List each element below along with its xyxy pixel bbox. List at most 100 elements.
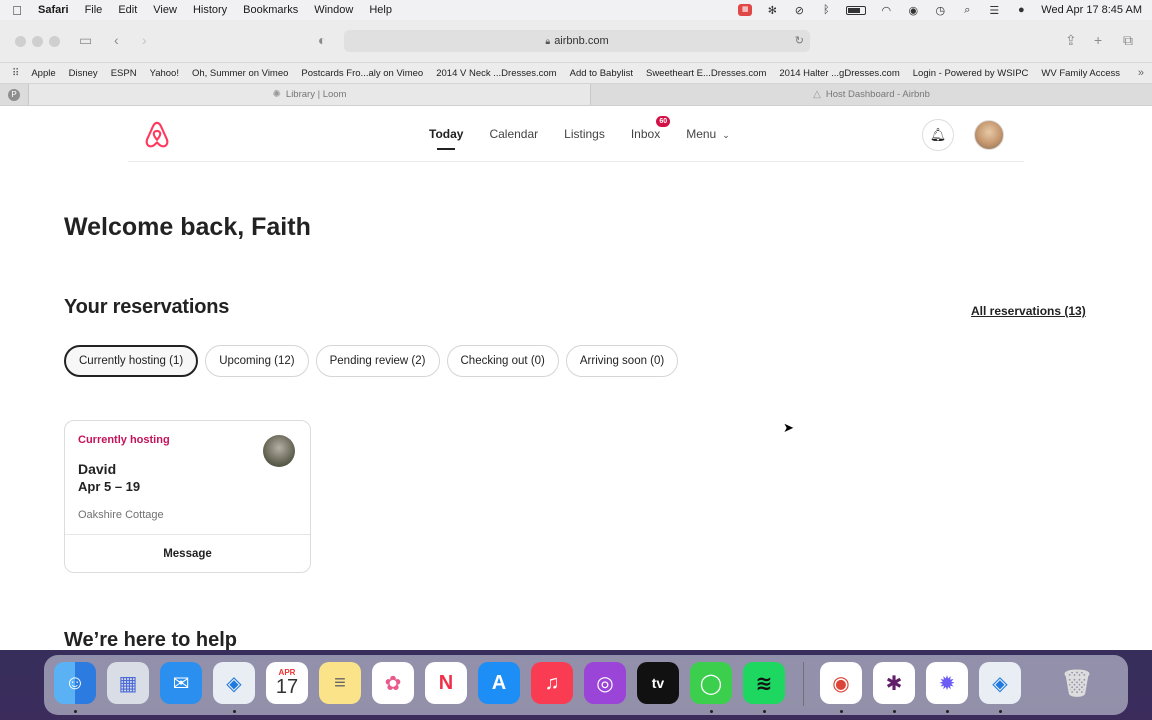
- news-icon[interactable]: N: [425, 662, 467, 704]
- tab-loom[interactable]: ✺ Library | Loom: [28, 84, 590, 105]
- zoom-window-button[interactable]: [49, 36, 60, 47]
- reservation-card[interactable]: Currently hosting David Apr 5 – 19 Oaksh…: [64, 420, 311, 573]
- filter-upcoming[interactable]: Upcoming (12): [205, 345, 309, 377]
- bookmark-wv-family-access[interactable]: WV Family Access: [1041, 68, 1120, 79]
- guest-avatar: [263, 435, 295, 467]
- nav-menu[interactable]: Menu ⌄: [686, 127, 730, 141]
- back-icon[interactable]: ‹: [114, 32, 119, 48]
- minimize-window-button[interactable]: [32, 36, 43, 47]
- tab-overview-icon[interactable]: ⧉: [1123, 32, 1133, 49]
- bookmarks-overflow-icon[interactable]: »: [1138, 67, 1144, 79]
- nav-today[interactable]: Today: [429, 127, 463, 150]
- wifi-icon[interactable]: ◠: [879, 4, 893, 17]
- menu-window[interactable]: Window: [314, 4, 353, 16]
- podcasts-icon[interactable]: ◎: [584, 662, 626, 704]
- filter-pending-review[interactable]: Pending review (2): [315, 345, 440, 377]
- slack-icon[interactable]: ✱: [873, 662, 915, 704]
- filter-arriving-soon[interactable]: Arriving soon (0): [565, 345, 679, 377]
- nav-calendar[interactable]: Calendar: [489, 127, 538, 141]
- menu-bookmarks[interactable]: Bookmarks: [243, 4, 298, 16]
- url-text: airbnb.com: [554, 35, 609, 47]
- user-status-icon[interactable]: ◉: [906, 4, 920, 17]
- new-tab-icon[interactable]: +: [1094, 32, 1102, 48]
- share-icon[interactable]: ⇪: [1065, 32, 1077, 49]
- privacy-shield-icon[interactable]: ◐: [318, 32, 326, 48]
- bookmark-apple[interactable]: Apple: [31, 68, 55, 79]
- menu-clock[interactable]: Wed Apr 17 8:45 AM: [1041, 4, 1142, 16]
- safari-icon[interactable]: ◈: [213, 662, 255, 704]
- welcome-heading: Welcome back, Faith: [64, 213, 311, 241]
- apple-tv-icon[interactable]: tv: [637, 662, 679, 704]
- bookmark-wsipc-login[interactable]: Login - Powered by WSIPC: [913, 68, 1029, 79]
- nav-listings[interactable]: Listings: [564, 127, 605, 141]
- finder-icon[interactable]: ☺: [54, 662, 96, 704]
- message-button[interactable]: Message: [65, 534, 310, 572]
- bookmark-disney[interactable]: Disney: [69, 68, 98, 79]
- sidebar-icon[interactable]: ▭: [79, 32, 92, 49]
- forward-icon[interactable]: ›: [142, 32, 147, 48]
- bookmark-sweetheart-dresses[interactable]: Sweetheart E...Dresses.com: [646, 68, 766, 79]
- dock-running-indicator: [763, 710, 766, 713]
- filter-currently-hosting[interactable]: Currently hosting (1): [64, 345, 199, 377]
- time-machine-icon[interactable]: ◷: [933, 4, 947, 17]
- reservations-heading: Your reservations: [64, 296, 230, 318]
- battery-icon[interactable]: [846, 5, 867, 15]
- filter-checking-out[interactable]: Checking out (0): [446, 345, 559, 377]
- bookmark-vneck-dresses[interactable]: 2014 V Neck ...Dresses.com: [436, 68, 556, 79]
- trash-icon[interactable]: 🗑︎: [1056, 662, 1098, 704]
- menu-file[interactable]: File: [85, 4, 103, 16]
- calendar-icon[interactable]: APR 17: [266, 662, 308, 704]
- spotify-icon[interactable]: ≋: [743, 662, 785, 704]
- menu-edit[interactable]: Edit: [118, 4, 137, 16]
- settings-gear-icon[interactable]: ✹: [926, 662, 968, 704]
- menu-help[interactable]: Help: [369, 4, 392, 16]
- menu-app-name[interactable]: Safari: [38, 4, 69, 16]
- bookmark-vimeo-postcards[interactable]: Postcards Fro...aly on Vimeo: [301, 68, 423, 79]
- address-bar[interactable]: 🔒︎ airbnb.com ↻: [344, 30, 810, 52]
- bookmark-halter-dresses[interactable]: 2014 Halter ...gDresses.com: [779, 68, 899, 79]
- launchpad-icon[interactable]: ▦: [107, 662, 149, 704]
- all-reservations-link[interactable]: All reservations (13): [971, 304, 1086, 318]
- tab-airbnb[interactable]: △ Host Dashboard - Airbnb: [590, 84, 1152, 105]
- nav-inbox[interactable]: Inbox 60: [630, 116, 671, 141]
- bookmark-yahoo[interactable]: Yahoo!: [150, 68, 179, 79]
- airbnb-logo-icon[interactable]: [144, 121, 170, 149]
- browser-toolbar: ▭ ‹ › ◐ 🔒︎ airbnb.com ↻ ⇪ + ⧉: [0, 20, 1152, 63]
- mail-icon[interactable]: ✉: [160, 662, 202, 704]
- tab-bar: P ✺ Library | Loom △ Host Dashboard - Ai…: [0, 84, 1152, 106]
- airbnb-favicon-icon: △: [813, 89, 821, 100]
- safari-second-icon[interactable]: ◈: [979, 662, 1021, 704]
- safari-window: ▭ ‹ › ◐ 🔒︎ airbnb.com ↻ ⇪ + ⧉ ⠿ Apple Di…: [0, 20, 1152, 650]
- menu-view[interactable]: View: [153, 4, 177, 16]
- nav-inbox-label: Inbox: [630, 127, 661, 141]
- profile-avatar[interactable]: [974, 120, 1004, 150]
- bookmark-babylist[interactable]: Add to Babylist: [570, 68, 633, 79]
- dock-running-indicator: [233, 710, 236, 713]
- pinterest-icon: P: [8, 88, 20, 101]
- control-center-icon[interactable]: ☰: [987, 4, 1001, 17]
- siri-icon[interactable]: ●: [1014, 4, 1028, 16]
- bookmark-vimeo-summer[interactable]: Oh, Summer on Vimeo: [192, 68, 288, 79]
- mute-status-icon[interactable]: ⊘: [792, 4, 806, 17]
- notes-icon[interactable]: ≡: [319, 662, 361, 704]
- menu-history[interactable]: History: [193, 4, 227, 16]
- chrome-icon[interactable]: ◉: [820, 662, 862, 704]
- reload-icon[interactable]: ↻: [795, 34, 804, 47]
- app-store-icon[interactable]: A: [478, 662, 520, 704]
- bookmarks-grid-icon[interactable]: ⠿: [12, 68, 19, 79]
- reservation-status: Currently hosting: [78, 434, 170, 446]
- bluetooth-icon[interactable]: ᛒ: [819, 4, 833, 16]
- pinned-tab-pinterest[interactable]: P: [0, 84, 28, 105]
- music-icon[interactable]: ♫: [531, 662, 573, 704]
- bookmark-espn[interactable]: ESPN: [111, 68, 137, 79]
- close-window-button[interactable]: [15, 36, 26, 47]
- apple-menu-icon[interactable]: : [10, 3, 24, 18]
- photos-icon[interactable]: ✿: [372, 662, 414, 704]
- calendar-status-icon[interactable]: ▦: [738, 4, 753, 16]
- notifications-bell-icon[interactable]: 🔔︎: [922, 119, 954, 151]
- gear-status-icon[interactable]: ✻: [765, 4, 779, 17]
- spotlight-search-icon[interactable]: ⌕: [960, 4, 974, 17]
- messages-icon[interactable]: ◯: [690, 662, 732, 704]
- mouse-cursor-icon: ➤: [783, 420, 794, 435]
- listing-name: Oakshire Cottage: [78, 509, 164, 521]
